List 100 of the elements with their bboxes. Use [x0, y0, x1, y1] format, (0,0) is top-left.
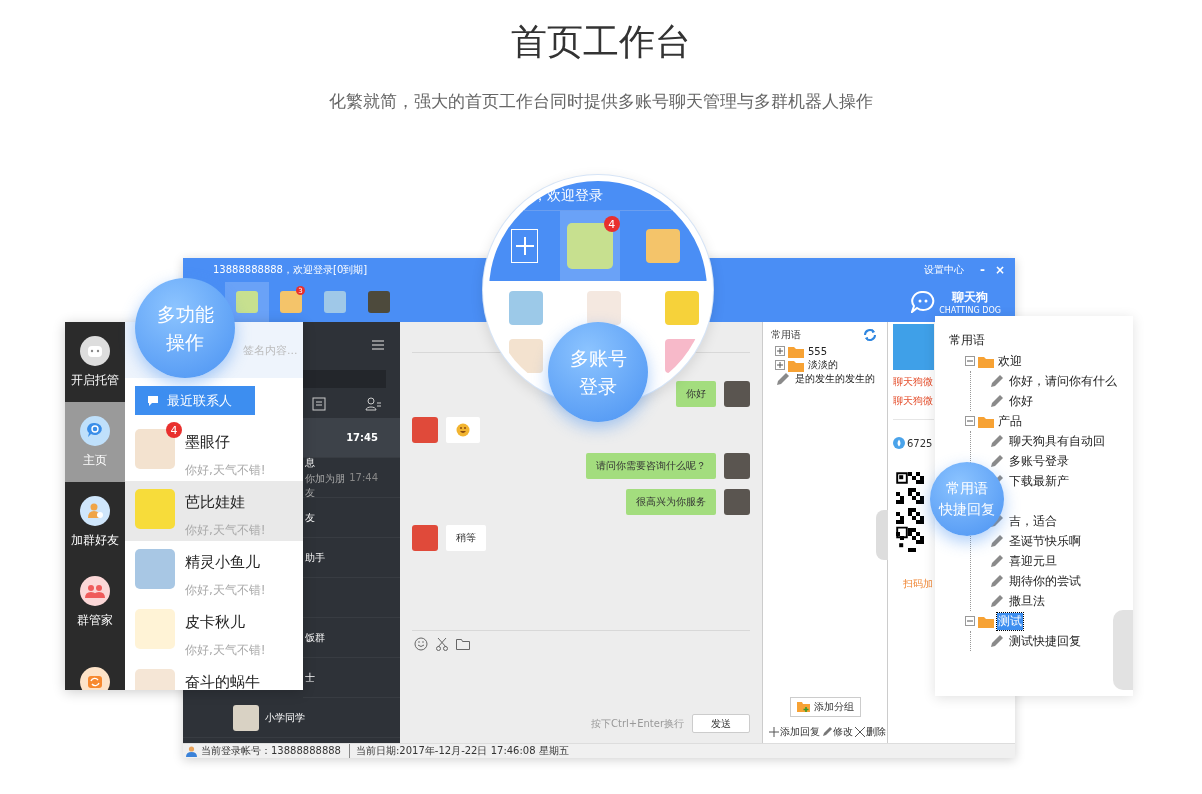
message-time: 17:44 [349, 472, 378, 483]
account-status: 当前登录帐号：13888888888 [201, 744, 341, 758]
signature-text: 签名内容... [243, 342, 298, 358]
phrase-item[interactable]: 你好 [1008, 392, 1034, 410]
home-icon [80, 415, 110, 446]
user-icon [186, 745, 197, 757]
conversation-name: 友 [305, 510, 316, 525]
collapse-handle[interactable] [876, 510, 888, 560]
folder-add-icon [796, 701, 811, 713]
folder-label[interactable]: 欢迎 [997, 352, 1023, 370]
delete-reply-button[interactable]: 删除 [855, 725, 886, 739]
phrase-item[interactable]: 是的发生的发生的 [794, 372, 876, 386]
contact-name: 精灵小鱼儿 [185, 553, 261, 572]
phrase-item[interactable]: 多账号登录 [1008, 452, 1070, 470]
promo-link[interactable]: 聊天狗微 [893, 394, 933, 408]
last-message: 你好,天气不错! [185, 462, 266, 479]
phrase-item[interactable]: 聊天狗具有自动回 [1008, 432, 1106, 450]
avatar-image [509, 291, 543, 325]
avatar-image [135, 549, 175, 589]
contact-name: 墨眼仔 [185, 433, 231, 452]
conversation-name: 士 [305, 670, 316, 685]
pencil-icon [989, 534, 1005, 548]
phrase-item[interactable]: 撒旦法 [1008, 592, 1046, 610]
logo-icon [911, 291, 936, 313]
conversation-name: 息 [305, 455, 316, 470]
avatar-image [412, 525, 438, 551]
account-tab[interactable]: 4 [560, 211, 620, 281]
date-status: 当前日期:2017年-12月-22日 17:46:08 星期五 [349, 744, 569, 758]
phrase-item[interactable]: 圣诞节快乐啊 [1008, 532, 1082, 550]
contact-item[interactable]: 皮卡秋儿 你好,天气不错! [125, 601, 303, 661]
send-button[interactable]: 发送 [692, 714, 750, 733]
nav-item[interactable]: 加群好友 [65, 482, 125, 562]
scissors-icon[interactable] [436, 637, 448, 651]
add-account-button[interactable] [511, 229, 539, 263]
page-subtitle: 化繁就简，强大的首页工作台同时提供多账号聊天管理与多群机器人操作 [329, 90, 873, 113]
folder-label[interactable]: 555 [807, 345, 829, 357]
pencil-icon [989, 454, 1005, 468]
phrase-item[interactable]: 你好，请问你有什么 [1008, 372, 1118, 390]
avatar-image [724, 489, 750, 515]
contact-item[interactable]: 奋斗的蜗牛 [125, 661, 303, 690]
banner-image [893, 324, 934, 370]
edit-reply-button[interactable]: 修改 [822, 725, 853, 739]
account-tab[interactable] [225, 282, 269, 322]
promo-link[interactable]: 聊天狗微 [893, 375, 933, 389]
message-bubble: 你好 [676, 381, 716, 407]
message-bubble: 很高兴为你服务 [626, 489, 716, 515]
unread-badge: 4 [603, 216, 620, 232]
phrase-item[interactable]: 吉，适合 [1008, 512, 1058, 530]
avatar-image [412, 417, 438, 443]
avatar-image [587, 291, 621, 325]
contact-item[interactable]: 芭比娃娃 你好,天气不错! [125, 481, 303, 541]
collapse-handle[interactable] [1113, 610, 1133, 690]
contact-name: 奋斗的蜗牛 [185, 673, 260, 690]
avatar-image [324, 291, 346, 313]
folder-icon [978, 414, 994, 428]
logo-text: 聊天狗 [952, 289, 989, 306]
window-title: 13888888888，欢迎登录[0到期] [213, 263, 369, 277]
contact-name: 芭比娃娃 [185, 493, 246, 512]
menu-icon[interactable] [372, 340, 386, 350]
phrase-item[interactable]: 喜迎元旦 [1008, 552, 1058, 570]
add-reply-button[interactable]: 添加回复 [769, 725, 820, 739]
add-group-button[interactable]: 添加分组 [789, 697, 861, 717]
phrase-item[interactable]: 下载最新产 [1008, 472, 1070, 490]
contact-item[interactable]: 4 墨眼仔 你好,天气不错! [125, 421, 303, 481]
avatar-image [509, 339, 543, 373]
folder-label[interactable]: 产品 [997, 412, 1023, 430]
chat-list-icon[interactable] [312, 397, 327, 411]
conversation-item[interactable]: 小学同学 [183, 698, 400, 738]
folder-icon[interactable] [456, 638, 470, 650]
message-preview: 你加为朋友 [305, 471, 346, 500]
panel-title: 常用语 [771, 328, 801, 342]
group-icon [80, 575, 110, 606]
message-bubble: 稍等 [446, 525, 486, 551]
phrase-item[interactable]: 期待你的尝试 [1008, 572, 1082, 590]
close-icon [855, 727, 865, 737]
avatar-image [236, 291, 258, 313]
robot-icon [80, 335, 110, 366]
avatar-image [135, 609, 175, 649]
pencil-icon [822, 727, 832, 737]
logo-tagline: CHATTING DOG [939, 306, 1001, 315]
message-bubble: 请问你需要咨询什么呢？ [586, 453, 716, 479]
nav-item[interactable]: 群管家 [65, 562, 125, 642]
contact-item[interactable]: 精灵小鱼儿 你好,天气不错! [125, 541, 303, 601]
smiley-icon[interactable] [414, 637, 428, 651]
plus-icon [514, 236, 535, 256]
folder-icon [788, 358, 804, 372]
add-friend-icon [80, 495, 110, 526]
unread-badge: 4 [166, 422, 182, 438]
phrase-item[interactable]: 测试快捷回复 [1008, 632, 1082, 650]
refresh-icon[interactable] [863, 329, 877, 341]
folder-label[interactable]: 淡淡的 [807, 358, 839, 372]
shortcut-hint: 按下Ctrl+Enter换行 [591, 716, 684, 731]
nav-item[interactable]: 开启托管 [65, 322, 125, 402]
last-message: 你好,天气不错! [185, 522, 266, 539]
contacts-icon[interactable] [364, 397, 381, 411]
conversation-item[interactable]: 17:45 [303, 418, 400, 458]
search-field[interactable] [303, 370, 386, 388]
avatar-image [724, 381, 750, 407]
last-message: 你好,天气不错! [185, 582, 266, 599]
folder-icon [978, 354, 994, 368]
